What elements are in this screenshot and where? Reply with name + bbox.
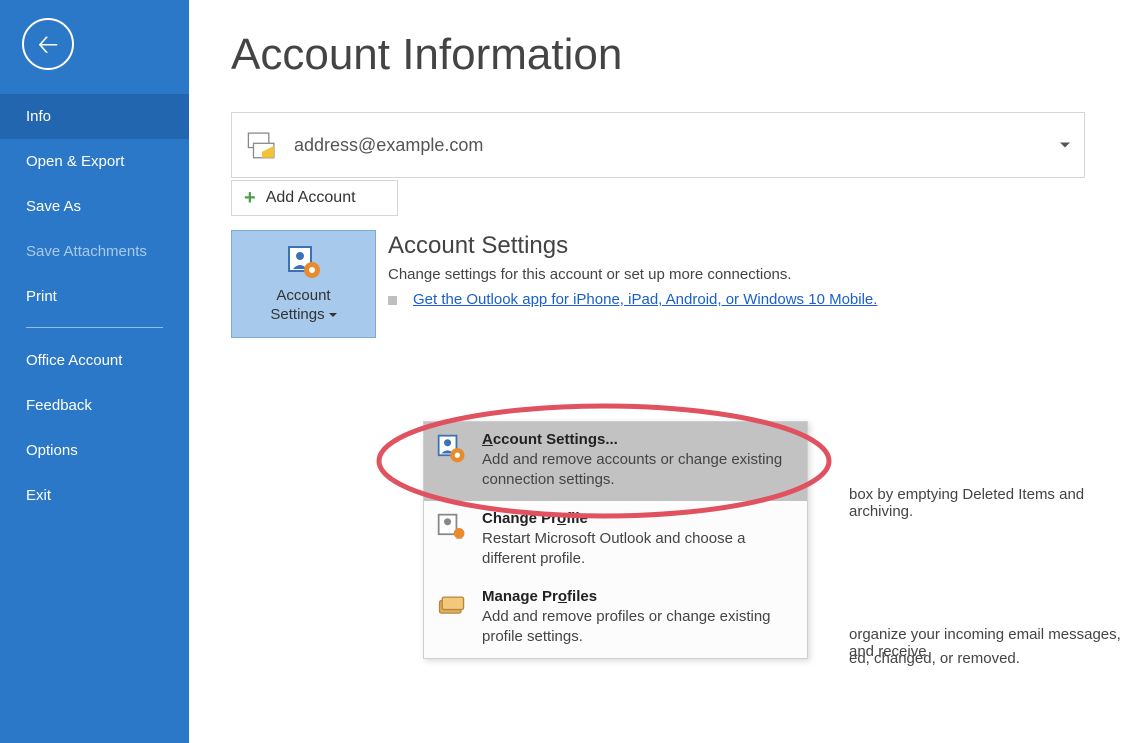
add-account-button[interactable]: + Add Account [231,180,398,216]
back-arrow-icon: 🡠 [37,31,58,57]
back-button[interactable]: 🡠 [22,18,74,70]
dropdown-item-desc: Add and remove profiles or change existi… [482,607,795,648]
account-settings-button-label: Account Settings [270,286,336,325]
sidebar-item-print[interactable]: Print [0,274,189,319]
account-settings-dropdown-button[interactable]: Account Settings [231,230,376,338]
account-icon [242,125,282,165]
sidebar-item-open-export[interactable]: Open & Export [0,139,189,184]
dropdown-item-desc: Restart Microsoft Outlook and choose a d… [482,529,795,570]
account-email: address@example.com [294,135,483,156]
account-settings-desc: Change settings for this account or set … [388,266,877,283]
dropdown-item-desc: Add and remove accounts or change existi… [482,450,795,491]
change-profile-icon [436,512,472,548]
account-settings-dropdown: Account Settings... Add and remove accou… [423,421,808,659]
dropdown-item-change-profile[interactable]: Change Profile Restart Microsoft Outlook… [424,501,807,580]
sidebar-item-office-account[interactable]: Office Account [0,338,189,383]
sidebar-item-info[interactable]: Info [0,94,189,139]
mailbox-settings-desc-tail: box by emptying Deleted Items and archiv… [849,486,1132,520]
dropdown-item-title: Account Settings... [482,431,795,448]
page-title: Account Information [231,30,1112,80]
dropdown-item-manage-profiles[interactable]: Manage Profiles Add and remove profiles … [424,579,807,658]
dropdown-item-account-settings[interactable]: Account Settings... Add and remove accou… [424,422,807,501]
plus-icon: + [244,187,256,210]
account-selector[interactable]: address@example.com [231,112,1085,178]
sidebar-item-exit[interactable]: Exit [0,473,189,518]
rules-desc-tail-2: ed, changed, or removed. [849,650,1020,667]
backstage-sidebar: 🡠 Info Open & Export Save As Save Attach… [0,0,189,743]
sidebar-item-save-as[interactable]: Save As [0,184,189,229]
sidebar-item-save-attachments: Save Attachments [0,229,189,274]
chevron-down-icon [1060,143,1070,148]
sidebar-item-options[interactable]: Options [0,428,189,473]
account-settings-heading: Account Settings [388,232,877,260]
sidebar-item-feedback[interactable]: Feedback [0,383,189,428]
dropdown-item-title: Change Profile [482,510,795,527]
account-settings-item-icon [436,433,472,469]
manage-profiles-icon [436,590,472,626]
sidebar-divider [26,327,163,328]
main-pane: Account Information address@example.com … [189,0,1132,743]
get-outlook-app-link[interactable]: Get the Outlook app for iPhone, iPad, An… [413,291,877,308]
dropdown-item-title: Manage Profiles [482,588,795,605]
bullet-icon [388,296,397,305]
add-account-label: Add Account [266,189,356,207]
chevron-down-icon [329,313,337,317]
account-settings-icon [286,244,322,280]
